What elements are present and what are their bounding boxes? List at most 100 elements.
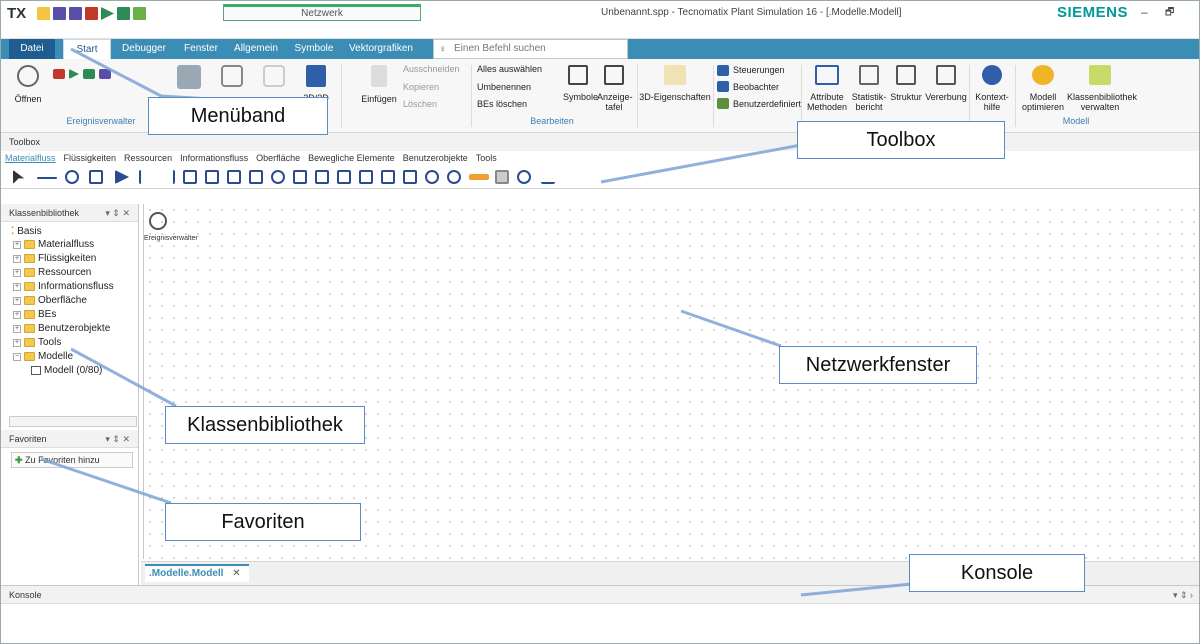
source-tool-icon[interactable] <box>89 170 103 184</box>
user-defined-button[interactable]: Benutzerdefiniert <box>733 99 801 109</box>
collapse-icon[interactable]: − <box>13 352 21 361</box>
toolbox-tab-fluessigkeiten[interactable]: Flüssigkeiten <box>64 153 117 163</box>
copy-button[interactable]: Kopieren <box>403 82 439 92</box>
sorter-tool-icon[interactable] <box>337 170 351 184</box>
tree-item-benutzerobjekte[interactable]: + Benutzerobjekte <box>13 323 110 334</box>
display-panel-button[interactable]: Anzeige-tafel <box>597 65 633 112</box>
manage-class-library-button[interactable]: Klassenbibliothek verwalten <box>1067 65 1137 112</box>
tree-item-fluessigkeiten[interactable]: + Flüssigkeiten <box>13 253 96 264</box>
reset-icon[interactable] <box>53 69 65 79</box>
tree-item-tools[interactable]: + Tools <box>13 337 61 348</box>
expand-icon[interactable]: + <box>13 324 21 333</box>
assembly-tool-icon[interactable] <box>205 170 219 184</box>
expand-icon[interactable]: + <box>13 338 21 347</box>
tab-start[interactable]: Start <box>63 39 111 59</box>
expand-icon[interactable]: + <box>13 240 21 249</box>
fast-forward-icon[interactable] <box>117 7 130 20</box>
toolbox-tab-materialfluss[interactable]: Materialfluss <box>5 153 56 163</box>
tab-symbole[interactable]: Symbole <box>289 39 339 59</box>
tab-allgemein[interactable]: Allgemein <box>229 39 283 59</box>
panel-controls[interactable]: ▾ ⇕ › <box>1173 586 1193 604</box>
toolbox-tab-tools[interactable]: Tools <box>476 153 497 163</box>
tree-root-basis[interactable]: ⁚ Basis <box>11 226 42 237</box>
tab-debugger[interactable]: Debugger <box>117 39 171 59</box>
track-tool-icon[interactable] <box>425 170 439 184</box>
settings-icon[interactable] <box>133 7 146 20</box>
home-icon[interactable] <box>263 65 285 87</box>
panel-controls[interactable]: ▾ ⇕ ✕ <box>105 430 130 448</box>
save-icon[interactable] <box>53 7 66 20</box>
exit-tool-icon[interactable] <box>161 170 175 184</box>
3d-properties-button[interactable]: 3D-Eigenschaften <box>639 65 711 102</box>
line-tool-icon[interactable] <box>359 170 373 184</box>
conveyor-tool-icon[interactable] <box>469 174 489 180</box>
tree-item-informationsfluss[interactable]: + Informationsfluss <box>13 281 114 292</box>
start-icon[interactable] <box>69 69 79 79</box>
select-all-button[interactable]: Alles auswählen <box>477 64 542 74</box>
tab-vektorgrafiken[interactable]: Vektorgrafiken <box>343 39 419 59</box>
expand-icon[interactable]: + <box>13 296 21 305</box>
toolbox-tab-benutzerobjekte[interactable]: Benutzerobjekte <box>403 153 468 163</box>
placebuffer-tool-icon[interactable] <box>315 170 329 184</box>
step-icon[interactable] <box>99 69 111 79</box>
observer-button[interactable]: Beobachter <box>733 82 779 92</box>
horizontal-scrollbar[interactable] <box>9 416 137 427</box>
toolbox-tab-ressourcen[interactable]: Ressourcen <box>124 153 172 163</box>
open-button[interactable]: Öffnen <box>11 65 45 104</box>
play-icon[interactable] <box>101 7 114 20</box>
tree-item-ressourcen[interactable]: + Ressourcen <box>13 267 91 278</box>
symbols-button[interactable]: Symbole <box>563 65 598 102</box>
structure-button[interactable]: Struktur <box>887 65 925 102</box>
toolbox-tab-oberflaeche[interactable]: Oberfläche <box>256 153 300 163</box>
inheritance-button[interactable]: Vererbung <box>925 65 967 102</box>
fast-icon[interactable] <box>83 69 95 79</box>
context-tab-netzwerk[interactable]: Netzwerk <box>223 4 421 21</box>
controls-button[interactable]: Steuerungen <box>733 65 785 75</box>
parallel-proc-tool-icon[interactable] <box>183 170 197 184</box>
pointer-tool-icon[interactable] <box>13 170 25 184</box>
optimize-model-button[interactable]: Modell optimieren <box>1021 65 1065 112</box>
expand-icon[interactable]: + <box>13 310 21 319</box>
toolbox-tab-informationsfluss[interactable]: Informationsfluss <box>180 153 248 163</box>
tree-item-modelle[interactable]: − Modelle <box>13 351 73 362</box>
context-help-button[interactable]: Kontext-hilfe <box>971 65 1013 112</box>
restore-button[interactable]: 🗗 <box>1165 5 1174 22</box>
connector-tool-icon[interactable] <box>37 177 57 179</box>
expand-icon[interactable]: + <box>13 268 21 277</box>
reset-icon[interactable] <box>85 7 98 20</box>
rename-button[interactable]: Umbenennen <box>477 82 531 92</box>
add-to-favorites-button[interactable]: ✚ Zu Favoriten hinzu <box>11 452 133 468</box>
expand-icon[interactable]: + <box>13 254 21 263</box>
dismantle-tool-icon[interactable] <box>227 170 241 184</box>
toolbox-tab-bewegliche-elemente[interactable]: Bewegliche Elemente <box>308 153 395 163</box>
tree-item-bes[interactable]: + BEs <box>13 309 56 320</box>
angular-converter-tool-icon[interactable] <box>381 170 395 184</box>
save-all-icon[interactable] <box>69 7 82 20</box>
delete-mus-button[interactable]: BEs löschen <box>477 99 527 109</box>
new-file-icon[interactable] <box>37 7 50 20</box>
attributes-methods-button[interactable]: Attribute Methoden <box>805 65 849 112</box>
tab-datei[interactable]: Datei <box>9 39 55 59</box>
event-controller-tool-icon[interactable] <box>65 170 79 184</box>
tab-fenster[interactable]: Fenster <box>177 39 225 59</box>
close-icon[interactable]: ✕ <box>232 568 240 579</box>
delete-button[interactable]: Löschen <box>403 99 437 109</box>
two-lane-track-tool-icon[interactable] <box>447 170 461 184</box>
tree-item-materialfluss[interactable]: + Materialfluss <box>13 239 94 250</box>
network-icon[interactable] <box>177 65 201 89</box>
tree-item-modell[interactable]: Modell (0/80) <box>31 365 102 376</box>
cycle-tool-icon[interactable] <box>271 170 285 184</box>
event-controller-icon[interactable] <box>149 212 167 230</box>
command-search-input[interactable]: ♀ Einen Befehl suchen <box>433 39 628 59</box>
expand-icon[interactable]: + <box>13 282 21 291</box>
single-proc-tool-icon[interactable] <box>115 170 129 184</box>
drain-tool-icon[interactable] <box>139 170 153 184</box>
shift-calendar-tool-icon[interactable] <box>249 170 263 184</box>
worker-pool-tool-icon[interactable] <box>517 170 531 184</box>
cut-button[interactable]: Ausschneiden <box>403 64 460 74</box>
hierarchy-tool-icon[interactable] <box>541 170 555 184</box>
turntable-tool-icon[interactable] <box>403 170 417 184</box>
buffer-tool-icon[interactable] <box>293 170 307 184</box>
document-tab-modell[interactable]: .Modelle.Modell ✕ <box>145 564 249 582</box>
statistics-report-button[interactable]: Statistik-bericht <box>849 65 889 112</box>
